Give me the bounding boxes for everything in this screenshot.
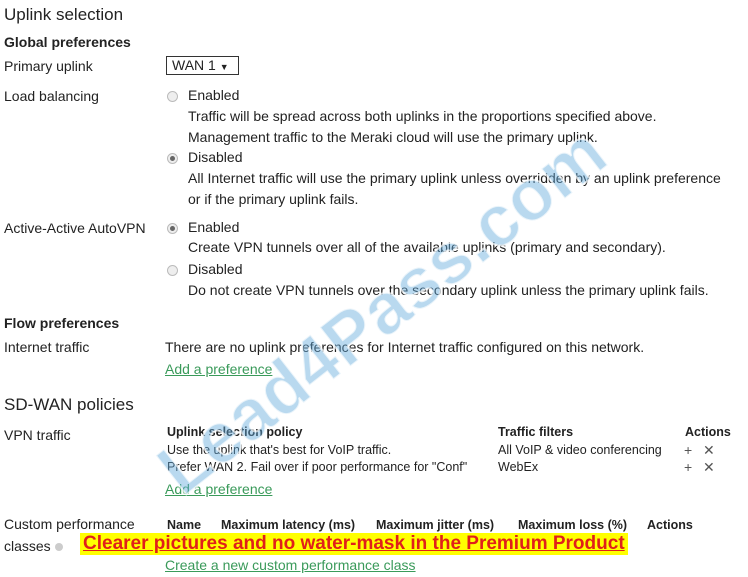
lb-enabled-label: Enabled (188, 87, 240, 103)
primary-uplink-value: WAN 1 (172, 57, 216, 73)
sdwan-heading: SD-WAN policies (4, 395, 134, 414)
lb-disabled-radio[interactable] (167, 153, 178, 164)
page-title: Uplink selection (4, 5, 124, 24)
filter-cell: All VoIP & video conferencing (498, 443, 662, 457)
chevron-down-icon: ▼ (219, 62, 229, 72)
lb-disabled-desc: or if the primary uplink fails. (188, 191, 359, 207)
column-header: Traffic filters (498, 425, 574, 439)
close-icon[interactable]: ✕ (703, 441, 715, 459)
close-icon[interactable]: ✕ (703, 458, 715, 476)
column-header: Maximum jitter (ms) (376, 518, 495, 532)
column-header: Maximum latency (ms) (221, 518, 356, 532)
primary-uplink-select[interactable]: WAN 1 ▼ (166, 56, 239, 75)
internet-traffic-label: Internet traffic (4, 339, 90, 355)
custom-performance-label: classes (4, 537, 63, 555)
load-balancing-label: Load balancing (4, 88, 99, 104)
lb-enabled-desc: Traffic will be spread across both uplin… (188, 108, 657, 124)
filter-cell: WebEx (498, 460, 539, 474)
aa-disabled-label: Disabled (188, 261, 243, 277)
info-icon[interactable] (54, 543, 63, 551)
column-header: Actions (685, 425, 731, 439)
classes-label: classes (4, 538, 51, 554)
global-preferences-heading: Global preferences (4, 34, 131, 50)
flow-preferences-heading: Flow preferences (4, 315, 120, 331)
aa-disabled-radio[interactable] (167, 265, 178, 276)
aa-enabled-label: Enabled (188, 219, 240, 235)
aa-enabled-radio[interactable] (167, 223, 178, 234)
column-header: Name (167, 518, 202, 532)
lb-disabled-label: Disabled (188, 149, 243, 165)
column-header: Actions (647, 518, 693, 532)
create-performance-class-link[interactable]: Create a new custom performance class (165, 556, 416, 574)
promo-banner: Clearer pictures and no water-mask in th… (80, 533, 628, 555)
add-icon[interactable]: + (684, 458, 692, 476)
primary-uplink-label: Primary uplink (4, 58, 93, 74)
lb-disabled-desc: All Internet traffic will use the primar… (188, 170, 721, 186)
vpn-traffic-label: VPN traffic (4, 427, 71, 443)
column-header: Maximum loss (%) (518, 518, 628, 532)
add-icon[interactable]: + (684, 441, 692, 459)
active-active-label: Active-Active AutoVPN (4, 220, 146, 236)
custom-performance-label: Custom performance (4, 516, 135, 532)
lb-enabled-radio[interactable] (167, 91, 178, 102)
